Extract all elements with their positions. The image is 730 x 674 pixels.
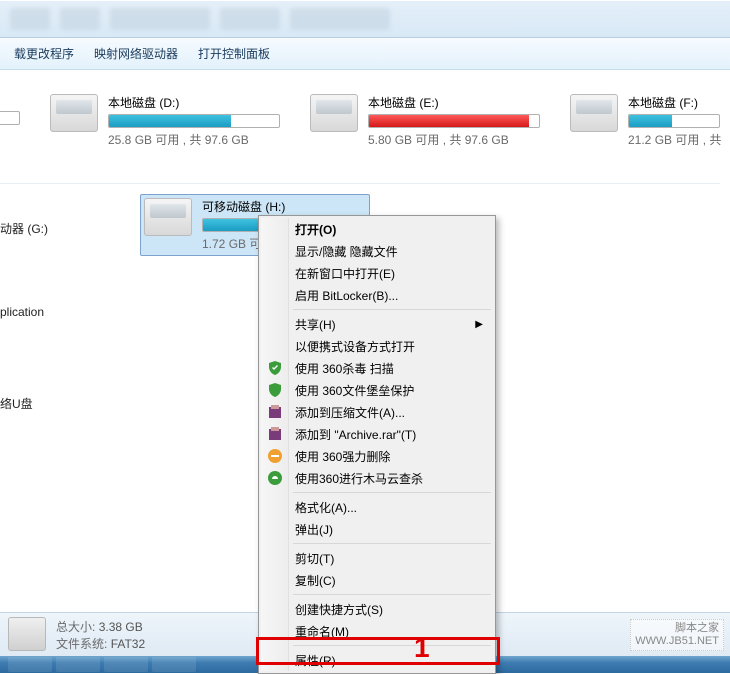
drive-d[interactable]: 本地磁盘 (D:) 25.8 GB 可用 , 共 97.6 GB — [50, 94, 280, 148]
status-fs-label: 文件系统: — [56, 637, 107, 651]
menu-open[interactable]: 打开(O) — [261, 218, 493, 240]
menu-format[interactable]: 格式化(A)... — [261, 496, 493, 518]
watermark: 脚本之家 WWW.JB51.NET — [630, 619, 724, 651]
removable-drive-icon — [8, 617, 46, 651]
removable-drive-icon — [144, 198, 192, 236]
sidebar-drive-g[interactable]: 动器 (G:) — [0, 220, 48, 237]
shield-green-icon — [267, 360, 283, 376]
menu-portable[interactable]: 以便携式设备方式打开 — [261, 335, 493, 357]
explorer-toolbar: 载更改程序 映射网络驱动器 打开控制面板 — [0, 38, 730, 70]
drive-label: 本地磁盘 (E:) — [368, 94, 540, 114]
shield-green-icon — [267, 382, 283, 398]
menu-show-hide[interactable]: 显示/隐藏 隐藏文件 — [261, 240, 493, 262]
annotation-box — [256, 637, 500, 665]
drive-label: 本地磁盘 (F:) — [628, 94, 720, 114]
menu-share[interactable]: 共享(H)▶ — [261, 313, 493, 335]
drive-tile[interactable]: , 共 24.4 GB — [0, 94, 20, 148]
hdd-icon — [50, 94, 98, 132]
drive-free-text: 21.2 GB 可用 , 共 — [628, 128, 720, 148]
cloud-scan-icon — [267, 470, 283, 486]
drive-f[interactable]: 本地磁盘 (F:) 21.2 GB 可用 , 共 — [570, 94, 720, 148]
delete-orange-icon — [267, 448, 283, 464]
annotation-number: 1 — [414, 634, 430, 662]
context-menu: 打开(O) 显示/隐藏 隐藏文件 在新窗口中打开(E) 启用 BitLocker… — [258, 215, 496, 674]
window-titlebar — [0, 0, 730, 38]
menu-cut[interactable]: 剪切(T) — [261, 547, 493, 569]
menu-bitlocker[interactable]: 启用 BitLocker(B)... — [261, 284, 493, 306]
menu-new-window[interactable]: 在新窗口中打开(E) — [261, 262, 493, 284]
menu-eject[interactable]: 弹出(J) — [261, 518, 493, 540]
status-fs-value: FAT32 — [111, 637, 145, 651]
menu-copy[interactable]: 复制(C) — [261, 569, 493, 591]
menu-winrar-add[interactable]: 添加到压缩文件(A)... — [261, 401, 493, 423]
status-size-label: 总大小: — [56, 620, 95, 634]
sidebar-application[interactable]: plication — [0, 305, 44, 319]
hdd-icon — [310, 94, 358, 132]
toolbar-map-drive[interactable]: 映射网络驱动器 — [84, 41, 188, 66]
menu-360-safe[interactable]: 使用 360文件堡垒保护 — [261, 379, 493, 401]
menu-create-shortcut[interactable]: 创建快捷方式(S) — [261, 598, 493, 620]
hard-disks-row: , 共 24.4 GB 本地磁盘 (D:) 25.8 GB 可用 , 共 97.… — [0, 70, 730, 156]
winrar-icon — [267, 404, 283, 420]
submenu-arrow-icon: ▶ — [475, 319, 483, 330]
menu-360-cloud-scan[interactable]: 使用360进行木马云查杀 — [261, 467, 493, 489]
hdd-icon — [570, 94, 618, 132]
sidebar-net-usb[interactable]: 络U盘 — [0, 395, 33, 412]
toolbar-uninstall[interactable]: 载更改程序 — [4, 41, 84, 66]
drive-free-text: 5.80 GB 可用 , 共 97.6 GB — [368, 128, 540, 148]
winrar-icon — [267, 426, 283, 442]
toolbar-control-panel[interactable]: 打开控制面板 — [188, 41, 280, 66]
menu-360-scan[interactable]: 使用 360杀毒 扫描 — [261, 357, 493, 379]
drive-e[interactable]: 本地磁盘 (E:) 5.80 GB 可用 , 共 97.6 GB — [310, 94, 540, 148]
drive-free-text: 25.8 GB 可用 , 共 97.6 GB — [108, 128, 280, 148]
menu-360-force-del[interactable]: 使用 360强力删除 — [261, 445, 493, 467]
drive-free-text: , 共 24.4 GB — [0, 125, 20, 145]
menu-winrar-archive[interactable]: 添加到 "Archive.rar"(T) — [261, 423, 493, 445]
section-devices-header: 备 (2) — [0, 156, 720, 184]
status-size-value: 3.38 GB — [99, 620, 143, 634]
drive-label: 本地磁盘 (D:) — [108, 94, 280, 114]
